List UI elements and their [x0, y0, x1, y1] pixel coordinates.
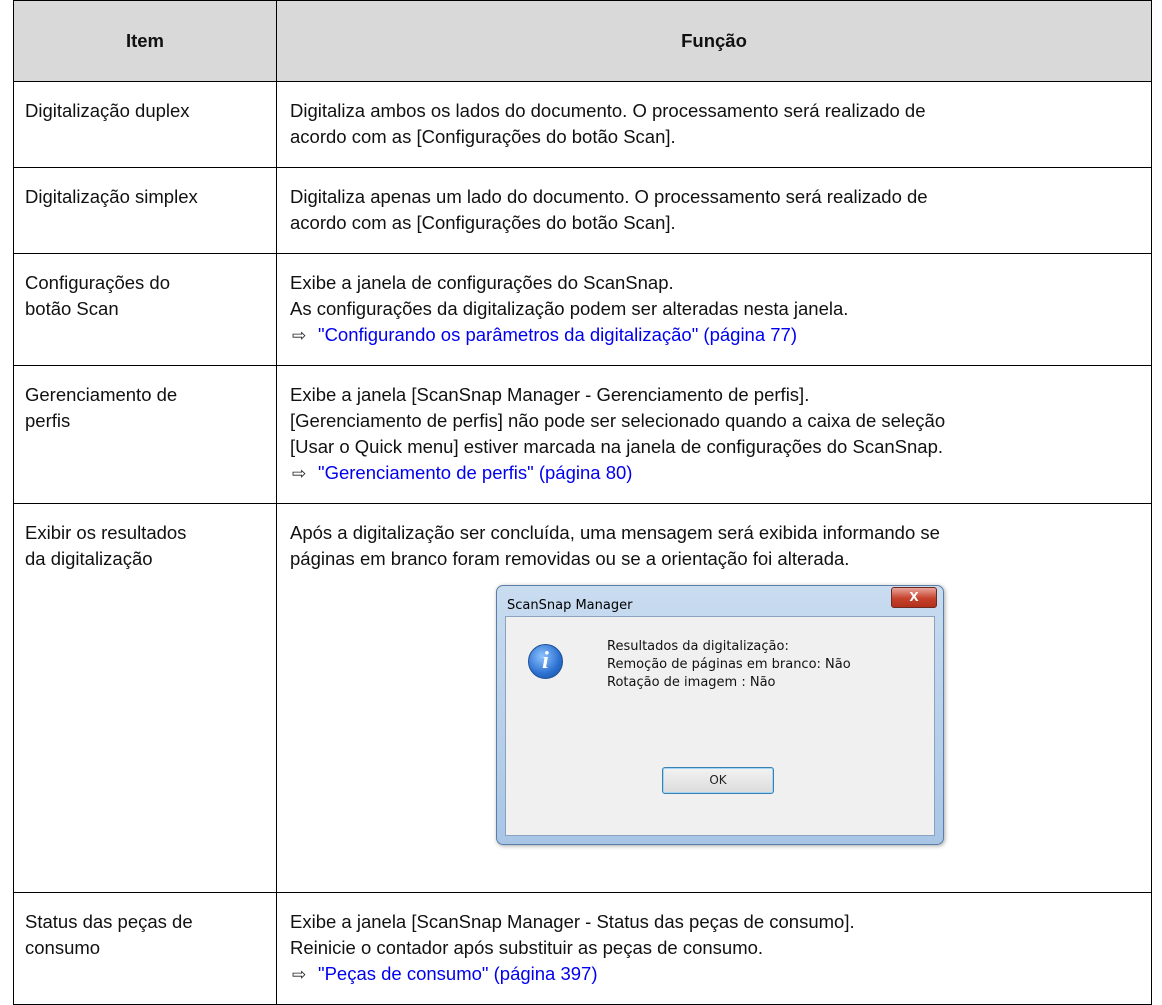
function-table: Item Função Digitalização duplex Digital… — [13, 0, 1152, 1005]
item-cell: Digitalização simplex — [13, 167, 277, 254]
table-row: Status das peças de consumo Exibe a jane… — [13, 892, 1152, 1005]
reference-link[interactable]: "Gerenciamento de perfis" (página 80) — [318, 462, 632, 483]
dialog-message-line: Rotação de imagem : Não — [607, 675, 776, 690]
item-text: Configurações do — [25, 272, 171, 293]
reference-link[interactable]: "Peças de consumo" (página 397) — [318, 963, 598, 984]
function-text: Exibe a janela de configurações do ScanS… — [290, 272, 674, 293]
item-text: Status das peças de — [25, 911, 193, 932]
arrow-right-icon: ⇨ — [292, 326, 307, 345]
item-cell: Exibir os resultados da digitalização — [13, 503, 277, 893]
function-text: [Gerenciamento de perfis] não pode ser s… — [290, 410, 946, 431]
item-cell: Status das peças de consumo — [13, 892, 277, 1005]
dialog-body: i Resultados da digitalização: Remoção d… — [505, 616, 935, 836]
function-text: Digitaliza ambos os lados do documento. … — [290, 100, 926, 121]
table-row: Exibir os resultados da digitalização Ap… — [13, 503, 1152, 893]
table-header-row: Item Função — [13, 0, 1152, 82]
dialog-message-line: Resultados da digitalização: — [607, 639, 789, 654]
function-text: acordo com as [Configurações do botão Sc… — [290, 212, 676, 233]
function-cell: Exibe a janela [ScanSnap Manager - Statu… — [276, 892, 1152, 1005]
dialog-message: Resultados da digitalização: Remoção de … — [607, 638, 851, 692]
table-row: Gerenciamento de perfis Exibe a janela [… — [13, 365, 1152, 504]
reference-link-line: ⇨ "Peças de consumo" (página 397) — [290, 961, 1137, 988]
function-text: [Usar o Quick menu] estiver marcada na j… — [290, 436, 944, 457]
item-text: botão Scan — [25, 298, 119, 319]
item-cell: Configurações do botão Scan — [13, 253, 277, 366]
reference-link[interactable]: "Configurando os parâmetros da digitaliz… — [318, 324, 797, 345]
item-text: da digitalização — [25, 548, 153, 569]
function-cell: Digitaliza apenas um lado do documento. … — [276, 167, 1152, 254]
reference-link-line: ⇨ "Configurando os parâmetros da digitali… — [290, 322, 1137, 349]
function-text: acordo com as [Configurações do botão Sc… — [290, 126, 676, 147]
header-function: Função — [276, 0, 1152, 82]
ok-button[interactable]: OK — [662, 767, 774, 794]
info-icon: i — [528, 644, 563, 679]
function-text: As configurações da digitalização podem … — [290, 298, 849, 319]
function-cell: Após a digitalização ser concluída, uma … — [276, 503, 1152, 893]
item-text: Gerenciamento de — [25, 384, 178, 405]
dialog-screenshot: ScanSnap Manager X i Resultados da digit… — [290, 572, 1137, 868]
function-text: Após a digitalização ser concluída, uma … — [290, 522, 940, 543]
function-text: Digitaliza apenas um lado do documento. … — [290, 186, 928, 207]
document-page: Item Função Digitalização duplex Digital… — [13, 0, 1152, 1005]
item-text: perfis — [25, 410, 71, 431]
scansnap-dialog: ScanSnap Manager X i Resultados da digit… — [496, 585, 944, 845]
item-text: Exibir os resultados — [25, 522, 187, 543]
function-text: Reinicie o contador após substituir as p… — [290, 937, 764, 958]
function-cell: Exibe a janela de configurações do ScanS… — [276, 253, 1152, 366]
item-text: consumo — [25, 937, 101, 958]
close-button[interactable]: X — [891, 587, 937, 608]
function-text: Exibe a janela [ScanSnap Manager - Statu… — [290, 911, 855, 932]
function-cell: Exibe a janela [ScanSnap Manager - Geren… — [276, 365, 1152, 504]
reference-link-line: ⇨ "Gerenciamento de perfis" (página 80) — [290, 460, 1137, 487]
item-cell: Digitalização duplex — [13, 81, 277, 168]
table-row: Configurações do botão Scan Exibe a jane… — [13, 253, 1152, 366]
item-cell: Gerenciamento de perfis — [13, 365, 277, 504]
table-row: Digitalização duplex Digitaliza ambos os… — [13, 81, 1152, 168]
function-text: páginas em branco foram removidas ou se … — [290, 548, 850, 569]
function-text: Exibe a janela [ScanSnap Manager - Geren… — [290, 384, 810, 405]
dialog-message-line: Remoção de páginas em branco: Não — [607, 657, 851, 672]
function-cell: Digitaliza ambos os lados do documento. … — [276, 81, 1152, 168]
arrow-right-icon: ⇨ — [292, 464, 307, 483]
header-item: Item — [13, 0, 277, 82]
table-row: Digitalização simplex Digitaliza apenas … — [13, 167, 1152, 254]
